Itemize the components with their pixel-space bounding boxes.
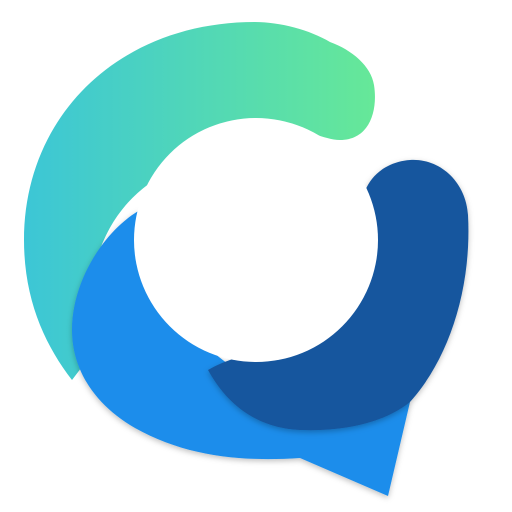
app-logo-icon: [24, 22, 469, 496]
logo-canvas: [0, 0, 512, 512]
center-circle-shape: [134, 118, 378, 362]
